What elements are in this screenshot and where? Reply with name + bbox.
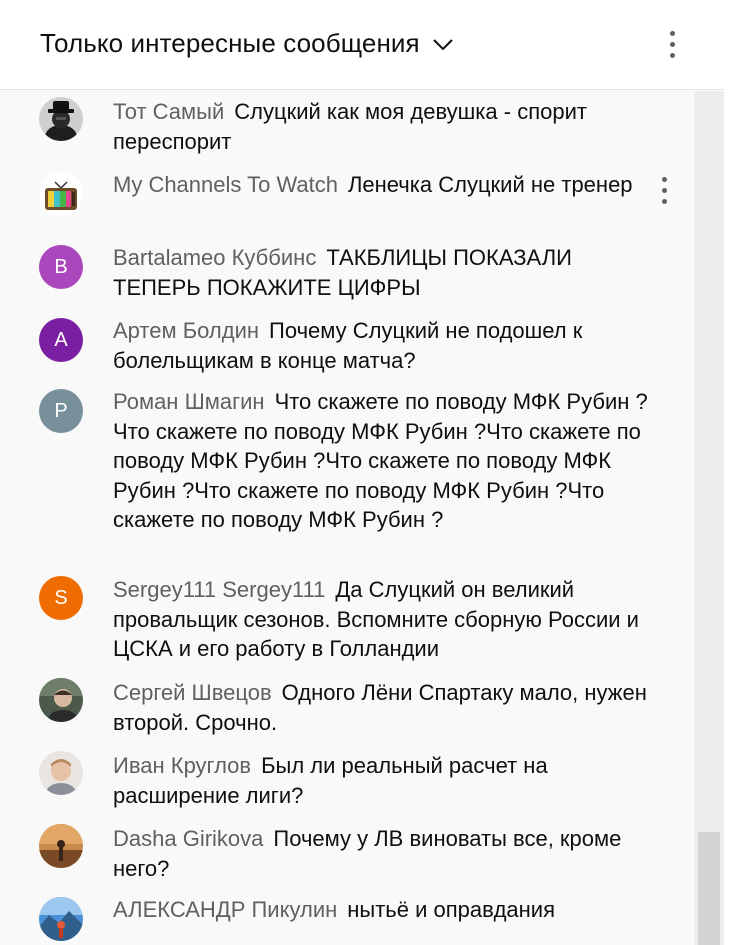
chat-mode-dropdown[interactable]: Только интересные сообщения: [40, 28, 454, 59]
avatar-letter: P: [54, 399, 68, 422]
chat-header: Только интересные сообщения: [0, 0, 724, 90]
message-author[interactable]: Иван Круглов: [113, 753, 251, 778]
avatar[interactable]: [39, 824, 83, 868]
scrollbar-thumb[interactable]: [698, 832, 720, 945]
avatar[interactable]: [39, 751, 83, 795]
avatar[interactable]: [39, 897, 83, 941]
scrollbar-track[interactable]: [694, 91, 724, 945]
message-body: Роман Шмагин Что скажете по поводу МФК Ру…: [113, 387, 663, 535]
chat-message: My Channels To Watch Ленечка Слуцкий не т…: [0, 164, 694, 236]
chat-mode-label: Только интересные сообщения: [40, 28, 420, 58]
chevron-down-icon: [433, 38, 453, 50]
chat-message: Сергей Швецов Одного Лёни Спартаку мало, …: [0, 673, 694, 745]
avatar[interactable]: A: [39, 318, 83, 362]
avatar[interactable]: [39, 678, 83, 722]
chat-message: A Артем Болдин Почему Слуцкий не подошел …: [0, 310, 694, 382]
message-author[interactable]: My Channels To Watch: [113, 172, 338, 197]
more-vert-icon[interactable]: [654, 174, 674, 208]
message-text: Ленечка Слуцкий не тренер: [347, 172, 633, 197]
message-text: нытьё и оправдания: [347, 897, 555, 922]
message-body: Тот Самый Слуцкий как моя девушка - спори…: [113, 97, 663, 156]
message-author[interactable]: Sergey111 Sergey111: [113, 577, 325, 602]
avatar[interactable]: P: [39, 389, 83, 433]
message-body: Dasha Girikova Почему у ЛВ виноваты все, …: [113, 824, 663, 883]
message-author[interactable]: Артем Болдин: [113, 318, 259, 343]
message-author[interactable]: Dasha Girikova: [113, 826, 263, 851]
message-body: Иван Круглов Был ли реальный расчет на ра…: [113, 751, 663, 810]
chat-message: B Bartalameo Куббинс ТАКБЛИЦЫ ПОКАЗАЛИ ТЕ…: [0, 237, 694, 309]
avatar[interactable]: B: [39, 245, 83, 289]
avatar-letter: A: [54, 328, 68, 351]
message-author[interactable]: АЛЕКСАНДР Пикулин: [113, 897, 337, 922]
avatar[interactable]: S: [39, 576, 83, 620]
chat-message-list: Тот Самый Слуцкий как моя девушка - спори…: [0, 91, 694, 945]
window-edge: [724, 0, 730, 945]
message-author[interactable]: Роман Шмагин: [113, 389, 265, 414]
chat-message: Тот Самый Слуцкий как моя девушка - спори…: [0, 91, 694, 163]
message-author[interactable]: Сергей Швецов: [113, 680, 272, 705]
avatar-letter: S: [54, 586, 68, 609]
message-body: My Channels To Watch Ленечка Слуцкий не т…: [113, 170, 633, 200]
avatar[interactable]: [39, 172, 83, 216]
message-body: Bartalameo Куббинс ТАКБЛИЦЫ ПОКАЗАЛИ ТЕПЕ…: [113, 243, 663, 302]
message-body: Сергей Швецов Одного Лёни Спартаку мало, …: [113, 678, 663, 737]
chat-message: Dasha Girikova Почему у ЛВ виноваты все, …: [0, 819, 694, 891]
chat-message: P Роман Шмагин Что скажете по поводу МФК …: [0, 383, 694, 569]
chat-message: АЛЕКСАНДР Пикулин нытьё и оправдания: [0, 892, 694, 945]
message-body: Sergey111 Sergey111 Да Слуцкий он великий…: [113, 575, 653, 664]
more-vert-icon[interactable]: [660, 28, 684, 62]
message-author[interactable]: Bartalameo Куббинс: [113, 245, 316, 270]
avatar-letter: B: [54, 255, 68, 278]
message-body: АЛЕКСАНДР Пикулин нытьё и оправдания: [113, 895, 663, 925]
chat-message: S Sergey111 Sergey111 Да Слуцкий он велик…: [0, 570, 694, 668]
chat-message: Иван Круглов Был ли реальный расчет на ра…: [0, 746, 694, 818]
message-body: Артем Болдин Почему Слуцкий не подошел к …: [113, 316, 663, 375]
avatar[interactable]: [39, 97, 83, 141]
message-author[interactable]: Тот Самый: [113, 99, 224, 124]
